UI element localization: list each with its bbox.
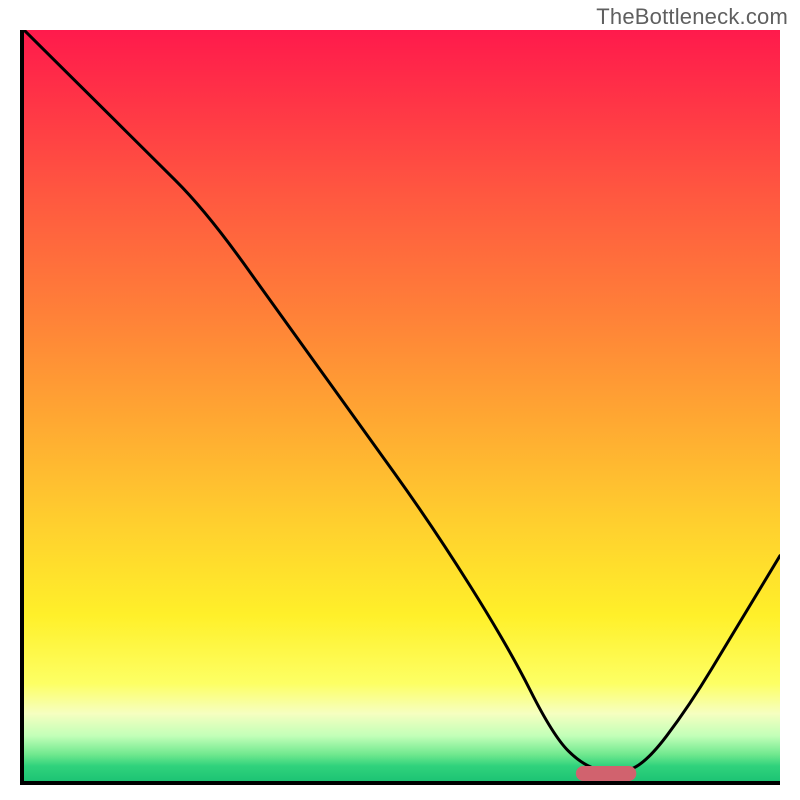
watermark-text: TheBottleneck.com bbox=[596, 4, 788, 30]
plot-area bbox=[20, 30, 780, 785]
bottleneck-curve bbox=[24, 30, 780, 772]
curve-layer bbox=[24, 30, 780, 781]
chart-canvas: TheBottleneck.com bbox=[0, 0, 800, 800]
minimum-marker bbox=[576, 766, 636, 781]
